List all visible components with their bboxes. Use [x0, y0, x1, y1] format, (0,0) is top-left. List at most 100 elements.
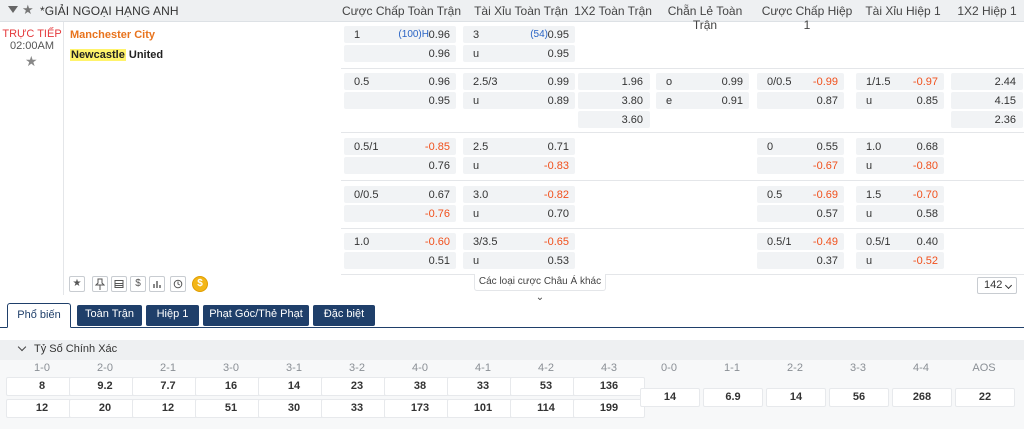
- odds-cell-h1-1x2-away[interactable]: 4.15: [951, 92, 1023, 109]
- score-odds-cell[interactable]: 14: [640, 388, 700, 407]
- odds-cell-ou-over[interactable]: 3 (54) 0.95: [463, 26, 575, 43]
- odds-value: 0.91: [721, 95, 743, 107]
- odds-line: 0.5/1: [354, 141, 379, 153]
- score-odds-cell[interactable]: 33: [321, 399, 393, 418]
- score-odds-cell[interactable]: 14: [258, 377, 330, 396]
- odds-cell-h1-ah-home[interactable]: 0 0.55: [757, 138, 844, 155]
- odds-cell-h1-ah-away[interactable]: 0.57: [757, 205, 844, 222]
- score-odds-cell[interactable]: 20: [69, 399, 141, 418]
- odds-cell-ou-over[interactable]: 3/3.5 -0.65: [463, 233, 575, 250]
- odds-cell-ah-home[interactable]: 0.5/1 -0.85: [344, 138, 456, 155]
- odds-cell-ou-over[interactable]: 2.5/3 0.99: [463, 73, 575, 90]
- favorite-star-icon[interactable]: ★: [22, 3, 34, 17]
- odds-cell-ah-away[interactable]: 0.76: [344, 157, 456, 174]
- score-odds-cell[interactable]: 9.2: [69, 377, 141, 396]
- row-separator: [341, 228, 1024, 229]
- odds-line: u: [866, 160, 873, 172]
- odds-cell-odd[interactable]: o 0.99: [656, 73, 749, 90]
- favorite-star-icon[interactable]: ★: [69, 276, 85, 292]
- tab-specials[interactable]: Đặc biệt: [313, 305, 375, 326]
- match-favorite-star-icon[interactable]: ★: [25, 53, 38, 70]
- odds-cell-h1-ou-over[interactable]: 1/1.5 -0.97: [856, 73, 944, 90]
- stats-bar-icon[interactable]: [149, 276, 165, 292]
- odds-cell-h1-1x2-draw[interactable]: 2.36: [951, 111, 1023, 128]
- score-odds-cell[interactable]: 12: [6, 399, 78, 418]
- score-odds-cell[interactable]: 14: [766, 388, 826, 407]
- odds-cell-ah-home[interactable]: 0.5 0.96: [344, 73, 456, 90]
- score-odds-cell[interactable]: 7.7: [132, 377, 204, 396]
- odds-cell-1x2-away[interactable]: 3.80: [578, 92, 650, 109]
- odds-cell-ou-over[interactable]: 3.0 -0.82: [463, 186, 575, 203]
- odds-cell-h1-ou-under[interactable]: u -0.52: [856, 252, 944, 269]
- odds-cell-ou-under[interactable]: u -0.83: [463, 157, 575, 174]
- market-count-dropdown[interactable]: 142: [977, 277, 1017, 294]
- score-odds-cell[interactable]: 8: [6, 377, 78, 396]
- cashout-coin-icon[interactable]: $: [192, 276, 208, 292]
- odds-cell-h1-ou-under[interactable]: u -0.80: [856, 157, 944, 174]
- odds-cell-ah-home[interactable]: 1 (100)H 0.96: [344, 26, 456, 43]
- odds-cell-h1-ou-over[interactable]: 1.5 -0.70: [856, 186, 944, 203]
- scoreboard-icon[interactable]: [111, 276, 127, 292]
- score-odds-cell[interactable]: 22: [955, 388, 1015, 407]
- tab-corners-cards[interactable]: Phạt Góc/Thẻ Phạt: [203, 305, 309, 326]
- odds-line: 3/3.5: [473, 236, 498, 248]
- odds-cell-ou-under[interactable]: u 0.70: [463, 205, 575, 222]
- odds-cell-ah-away[interactable]: 0.51: [344, 252, 456, 269]
- odds-cell-ah-away[interactable]: 0.95: [344, 92, 456, 109]
- odds-cell-ou-under[interactable]: u 0.95: [463, 45, 575, 62]
- more-asian-bets-link[interactable]: Các loại cược Châu Á khác ⌄: [474, 274, 606, 303]
- odds-cell-h1-ou-over[interactable]: 0.5/1 0.40: [856, 233, 944, 250]
- odds-cell-h1-ou-under[interactable]: u 0.85: [856, 92, 944, 109]
- score-odds-cell[interactable]: 101: [447, 399, 519, 418]
- pin-icon[interactable]: [92, 276, 108, 292]
- odds-cell-ou-under[interactable]: u 0.53: [463, 252, 575, 269]
- score-odds-cell[interactable]: 38: [384, 377, 456, 396]
- score-odds-cell[interactable]: 6.9: [703, 388, 763, 407]
- odds-cell-even[interactable]: e 0.91: [656, 92, 749, 109]
- dollar-icon[interactable]: $: [130, 276, 146, 292]
- score-odds-cell[interactable]: 173: [384, 399, 456, 418]
- score-odds-cell[interactable]: 30: [258, 399, 330, 418]
- score-odds-cell[interactable]: 16: [195, 377, 267, 396]
- score-odds-cell[interactable]: 114: [510, 399, 582, 418]
- score-odds-cell[interactable]: 136: [573, 377, 645, 396]
- collapse-triangle-icon[interactable]: [8, 6, 18, 13]
- odds-cell-h1-ou-under[interactable]: u 0.58: [856, 205, 944, 222]
- score-odds-cell[interactable]: 199: [573, 399, 645, 418]
- odds-line: 1.5: [866, 189, 882, 201]
- odds-cell-ou-under[interactable]: u 0.89: [463, 92, 575, 109]
- tab-full-match[interactable]: Toàn Trận: [77, 305, 142, 326]
- score-odds-cell[interactable]: 268: [892, 388, 952, 407]
- odds-line: 0: [767, 141, 774, 153]
- odds-value: 2.44: [994, 76, 1016, 88]
- odds-cell-h1-ah-away[interactable]: -0.67: [757, 157, 844, 174]
- tab-popular[interactable]: Phổ biến: [7, 303, 71, 328]
- odds-cell-h1-ou-over[interactable]: 1.0 0.68: [856, 138, 944, 155]
- score-odds-cell[interactable]: 33: [447, 377, 519, 396]
- odds-cell-h1-ah-home[interactable]: 0.5 -0.69: [757, 186, 844, 203]
- odds-cell-ah-home[interactable]: 1.0 -0.60: [344, 233, 456, 250]
- odds-cell-ah-away[interactable]: -0.76: [344, 205, 456, 222]
- tab-first-half[interactable]: Hiệp 1: [146, 305, 199, 326]
- history-clock-icon[interactable]: [170, 276, 186, 292]
- score-odds-cell[interactable]: 51: [195, 399, 267, 418]
- score-odds-cell[interactable]: 12: [132, 399, 204, 418]
- odds-cell-h1-ah-home[interactable]: 0.5/1 -0.49: [757, 233, 844, 250]
- odds-cell-ah-home[interactable]: 0/0.5 0.67: [344, 186, 456, 203]
- odds-cell-h1-ah-away[interactable]: 0.37: [757, 252, 844, 269]
- odds-value: -0.76: [424, 208, 450, 220]
- score-odds-cell[interactable]: 56: [829, 388, 889, 407]
- odds-value: 0.58: [916, 208, 938, 220]
- odds-cell-1x2-home[interactable]: 1.96: [578, 73, 650, 90]
- odds-cell-ou-over[interactable]: 2.5 0.71: [463, 138, 575, 155]
- score-odds-cell[interactable]: 23: [321, 377, 393, 396]
- correct-score-header[interactable]: Tỷ Số Chính Xác: [0, 340, 1024, 360]
- odds-cell-h1-ah-away[interactable]: 0.87: [757, 92, 844, 109]
- odds-cell-ah-away[interactable]: 0.96: [344, 45, 456, 62]
- odds-cell-h1-ah-home[interactable]: 0/0.5 -0.99: [757, 73, 844, 90]
- score-odds-cell[interactable]: 53: [510, 377, 582, 396]
- col-header-1x2-h1: 1X2 Hiệp 1: [957, 4, 1017, 18]
- away-team: Newcastle United: [70, 49, 163, 61]
- odds-cell-h1-1x2-home[interactable]: 2.44: [951, 73, 1023, 90]
- odds-cell-1x2-draw[interactable]: 3.60: [578, 111, 650, 128]
